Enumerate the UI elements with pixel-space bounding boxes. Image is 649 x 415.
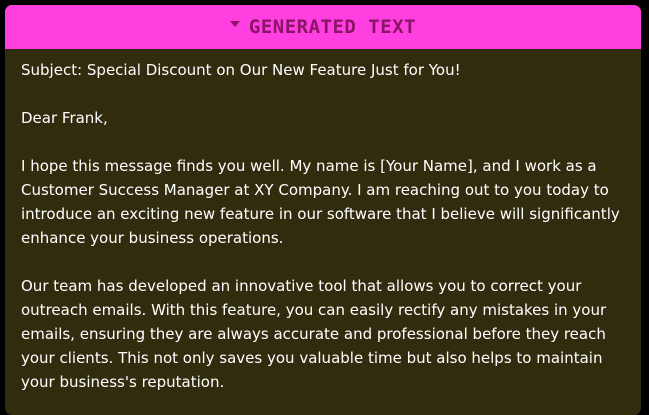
email-paragraph: Our team has developed an innovative too… bbox=[21, 277, 607, 391]
generated-text-panel: GENERATED TEXT Subject: Special Discount… bbox=[5, 5, 641, 415]
email-paragraph: I hope this message finds you well. My n… bbox=[21, 157, 620, 247]
generated-text-body[interactable]: Subject: Special Discount on Our New Fea… bbox=[5, 49, 641, 394]
panel-header-toggle[interactable]: GENERATED TEXT bbox=[5, 5, 641, 49]
panel-title: GENERATED TEXT bbox=[248, 16, 417, 38]
email-greeting: Dear Frank, bbox=[21, 109, 108, 127]
caret-down-icon bbox=[229, 21, 240, 27]
email-subject: Subject: Special Discount on Our New Fea… bbox=[21, 61, 461, 79]
